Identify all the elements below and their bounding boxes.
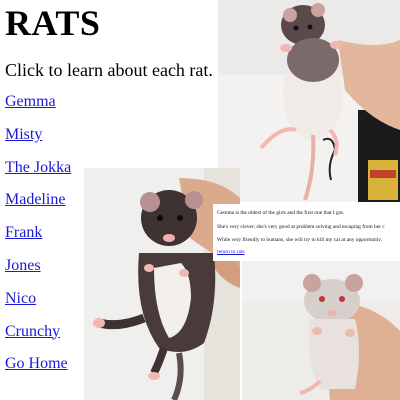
rat-photo-top-right [218, 0, 400, 202]
list-item: Crunchy [5, 321, 71, 354]
info-text-line: She's very clever; she's very good at pr… [217, 224, 385, 230]
list-item: Nico [5, 288, 71, 321]
intro-text: Click to learn about each rat. [5, 60, 213, 80]
link-go-home[interactable]: Go Home [5, 355, 68, 372]
list-item: Jones [5, 255, 71, 288]
list-item: Go Home [5, 353, 71, 386]
link-frank[interactable]: Frank [5, 224, 42, 241]
list-item: Gemma [5, 91, 71, 124]
return-to-rats-link[interactable]: return to rats [217, 249, 245, 256]
rat-photo-image [242, 261, 400, 400]
list-item: Frank [5, 222, 71, 255]
link-gemma[interactable]: Gemma [5, 93, 56, 110]
rat-photo-left [84, 168, 240, 400]
rat-photo-image [84, 168, 240, 400]
page-title: RATS [5, 3, 101, 43]
link-jones[interactable]: Jones [5, 257, 41, 274]
info-text-line: While very friendly to humans, she will … [217, 237, 382, 243]
info-text-line: Gemma is the oldest of the girls and the… [217, 210, 345, 216]
list-item: Madeline [5, 189, 71, 222]
link-nico[interactable]: Nico [5, 290, 36, 307]
link-crunchy[interactable]: Crunchy [5, 323, 60, 340]
list-item: Misty [5, 124, 71, 157]
rat-info-panel: Gemma is the oldest of the girls and the… [213, 204, 400, 261]
list-item: The Jokka [5, 157, 71, 190]
rat-photo-bottom-right [242, 261, 400, 400]
link-misty[interactable]: Misty [5, 126, 42, 143]
rat-photo-image [218, 0, 400, 202]
rat-nav-list: Gemma Misty The Jokka Madeline Frank Jon… [5, 91, 71, 386]
link-the-jokka[interactable]: The Jokka [5, 159, 71, 176]
link-madeline[interactable]: Madeline [5, 191, 65, 208]
